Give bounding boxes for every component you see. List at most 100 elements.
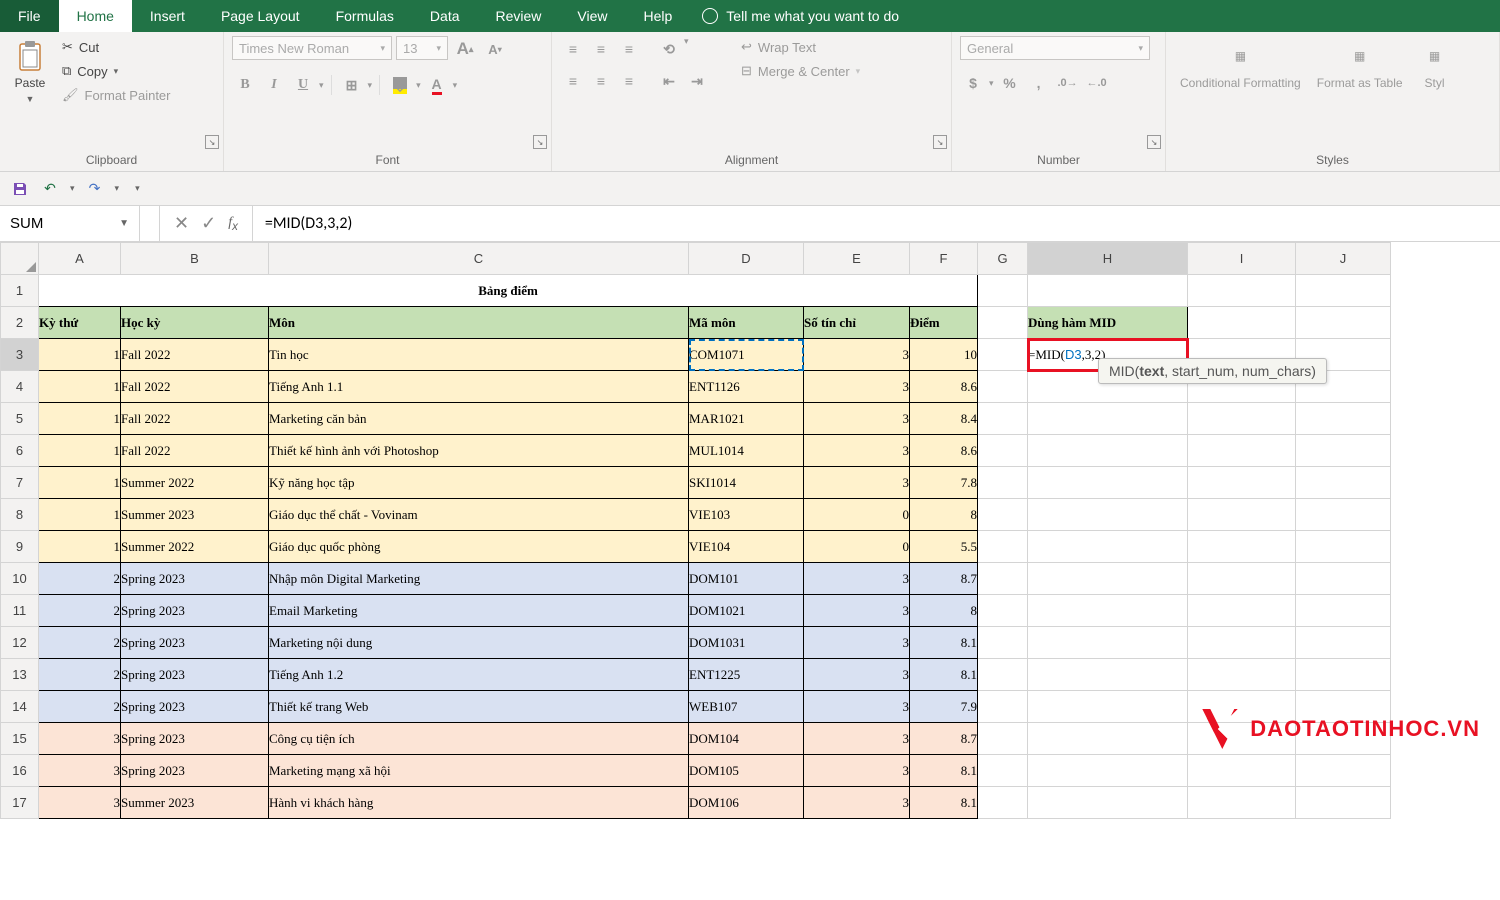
font-color-button[interactable]: A [424, 72, 450, 98]
row-header-11[interactable]: 11 [1, 595, 39, 627]
cell-A14[interactable]: 2 [39, 691, 121, 723]
cell-G9[interactable] [978, 531, 1028, 563]
col-header-J[interactable]: J [1296, 243, 1391, 275]
cell-A7[interactable]: 1 [39, 467, 121, 499]
font-size-combo[interactable]: 13▾ [396, 36, 448, 60]
conditional-formatting-button[interactable]: ▦Conditional Formatting [1174, 36, 1307, 94]
cell-E17[interactable]: 3 [804, 787, 910, 819]
cell-C13[interactable]: Tiếng Anh 1.2 [269, 659, 689, 691]
cell-E9[interactable]: 0 [804, 531, 910, 563]
cell-C17[interactable]: Hành vi khách hàng [269, 787, 689, 819]
tab-help[interactable]: Help [626, 0, 691, 32]
row-header-12[interactable]: 12 [1, 627, 39, 659]
cell-F13[interactable]: 8.1 [910, 659, 978, 691]
row-header-16[interactable]: 16 [1, 755, 39, 787]
cell-H7[interactable] [1028, 467, 1188, 499]
cell-A9[interactable]: 1 [39, 531, 121, 563]
format-as-table-button[interactable]: ▦Format as Table [1311, 36, 1409, 94]
cell-F7[interactable]: 7.8 [910, 467, 978, 499]
align-top-icon[interactable]: ≡ [560, 36, 586, 62]
cell-C8[interactable]: Giáo dục thể chất - Vovinam [269, 499, 689, 531]
cell-H6[interactable] [1028, 435, 1188, 467]
cell-G10[interactable] [978, 563, 1028, 595]
align-bottom-icon[interactable]: ≡ [616, 36, 642, 62]
align-middle-icon[interactable]: ≡ [588, 36, 614, 62]
number-format-combo[interactable]: General▾ [960, 36, 1150, 60]
cell-D6[interactable]: MUL1014 [689, 435, 804, 467]
cell-D15[interactable]: DOM104 [689, 723, 804, 755]
cell-D17[interactable]: DOM106 [689, 787, 804, 819]
col-header-B[interactable]: B [121, 243, 269, 275]
cell-A10[interactable]: 2 [39, 563, 121, 595]
cell-F17[interactable]: 8.1 [910, 787, 978, 819]
cell-A5[interactable]: 1 [39, 403, 121, 435]
cell-D11[interactable]: DOM1021 [689, 595, 804, 627]
cell-D13[interactable]: ENT1225 [689, 659, 804, 691]
h2-label[interactable]: Dùng hàm MID [1028, 307, 1188, 339]
cell-H16[interactable] [1028, 755, 1188, 787]
cell-C5[interactable]: Marketing căn bản [269, 403, 689, 435]
row-header-15[interactable]: 15 [1, 723, 39, 755]
row-header-10[interactable]: 10 [1, 563, 39, 595]
cell-E8[interactable]: 0 [804, 499, 910, 531]
cell-F8[interactable]: 8 [910, 499, 978, 531]
cell-H9[interactable] [1028, 531, 1188, 563]
cancel-formula-icon[interactable]: ✕ [174, 213, 189, 234]
cell-E15[interactable]: 3 [804, 723, 910, 755]
cell-G5[interactable] [978, 403, 1028, 435]
header-mamon[interactable]: Mã môn [689, 307, 804, 339]
cell-F10[interactable]: 8.7 [910, 563, 978, 595]
cell-C10[interactable]: Nhập môn Digital Marketing [269, 563, 689, 595]
undo-button[interactable]: ↶ [40, 179, 60, 199]
cell-C12[interactable]: Marketing nội dung [269, 627, 689, 659]
redo-button[interactable]: ↷ [85, 179, 105, 199]
cell-G14[interactable] [978, 691, 1028, 723]
cell-D16[interactable]: DOM105 [689, 755, 804, 787]
cell-G4[interactable] [978, 371, 1028, 403]
borders-button[interactable]: ⊞ [339, 72, 365, 98]
cell-B4[interactable]: Fall 2022 [121, 371, 269, 403]
cell-F6[interactable]: 8.6 [910, 435, 978, 467]
cell-D12[interactable]: DOM1031 [689, 627, 804, 659]
cell-E13[interactable]: 3 [804, 659, 910, 691]
cell-C16[interactable]: Marketing mạng xã hội [269, 755, 689, 787]
row-header-2[interactable]: 2 [1, 307, 39, 339]
cell-D14[interactable]: WEB107 [689, 691, 804, 723]
cell-G11[interactable] [978, 595, 1028, 627]
merge-center-button[interactable]: ⊟Merge & Center▾ [735, 60, 866, 82]
align-center-icon[interactable]: ≡ [588, 68, 614, 94]
cell-D8[interactable]: VIE103 [689, 499, 804, 531]
cell-G3[interactable] [978, 339, 1028, 371]
row-header-9[interactable]: 9 [1, 531, 39, 563]
cell-A16[interactable]: 3 [39, 755, 121, 787]
cell-B11[interactable]: Spring 2023 [121, 595, 269, 627]
cell-B10[interactable]: Spring 2023 [121, 563, 269, 595]
cell-F15[interactable]: 8.7 [910, 723, 978, 755]
cell-B7[interactable]: Summer 2022 [121, 467, 269, 499]
cell-A15[interactable]: 3 [39, 723, 121, 755]
row-header-4[interactable]: 4 [1, 371, 39, 403]
increase-decimal-icon[interactable]: .0→ [1055, 70, 1081, 96]
font-name-combo[interactable]: Times New Roman▾ [232, 36, 392, 60]
cell-F16[interactable]: 8.1 [910, 755, 978, 787]
row-header-17[interactable]: 17 [1, 787, 39, 819]
accounting-icon[interactable]: $ [960, 70, 986, 96]
cell-B15[interactable]: Spring 2023 [121, 723, 269, 755]
cell-B3[interactable]: Fall 2022 [121, 339, 269, 371]
cell-F5[interactable]: 8.4 [910, 403, 978, 435]
cell-A17[interactable]: 3 [39, 787, 121, 819]
comma-icon[interactable]: , [1026, 70, 1052, 96]
cell-G8[interactable] [978, 499, 1028, 531]
cell-H15[interactable] [1028, 723, 1188, 755]
cell-G15[interactable] [978, 723, 1028, 755]
row-header-3[interactable]: 3 [1, 339, 39, 371]
decrease-decimal-icon[interactable]: ←.0 [1084, 70, 1110, 96]
cell-E6[interactable]: 3 [804, 435, 910, 467]
cell-D4[interactable]: ENT1126 [689, 371, 804, 403]
cell-F14[interactable]: 7.9 [910, 691, 978, 723]
col-header-C[interactable]: C [269, 243, 689, 275]
decrease-indent-icon[interactable]: ⇤ [656, 68, 682, 94]
cell-C3[interactable]: Tin học [269, 339, 689, 371]
alignment-dialog-launcher[interactable]: ↘ [933, 135, 947, 149]
cell-D9[interactable]: VIE104 [689, 531, 804, 563]
